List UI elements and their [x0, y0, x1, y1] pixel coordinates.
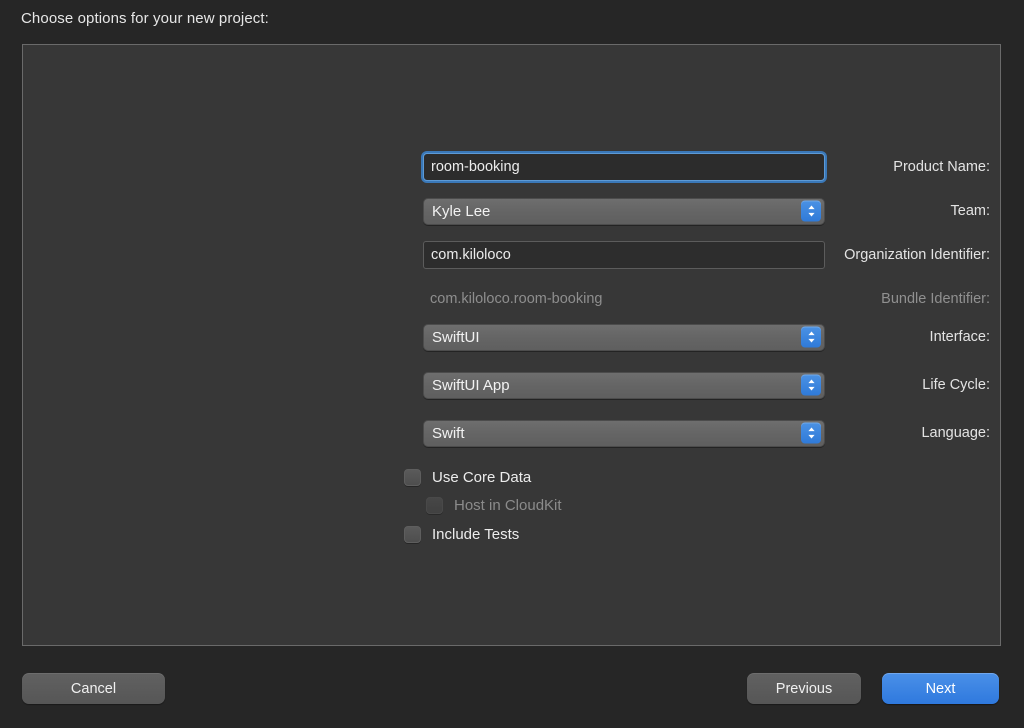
checkbox-label: Use Core Data — [432, 468, 532, 486]
field-control: com.kiloloco — [423, 241, 825, 269]
checkbox-icon[interactable] — [404, 525, 421, 543]
checkbox-icon[interactable] — [404, 468, 421, 486]
cancel-button[interactable]: Cancel — [22, 673, 165, 704]
checkbox-label: Host in CloudKit — [454, 496, 562, 514]
form-row: Organization Identifier: com.kiloloco — [23, 241, 1000, 269]
field-control: SwiftUI — [423, 323, 825, 351]
popup-button[interactable]: SwiftUI App — [423, 371, 825, 399]
form-row: Team: Kyle Lee — [23, 197, 1000, 225]
stepper-updown-icon — [807, 205, 815, 217]
bundle-identifier-value: com.kiloloco.room-booking — [430, 291, 603, 307]
checkbox-row[interactable]: Use Core Data — [404, 466, 531, 488]
popup-button[interactable]: Swift — [423, 419, 825, 447]
field-control: room-booking — [423, 153, 825, 181]
form-row: Product Name: room-booking — [23, 153, 1000, 181]
popup-button[interactable]: SwiftUI — [423, 323, 825, 351]
checkbox-row: Host in CloudKit — [426, 494, 562, 516]
stepper-updown-icon[interactable] — [801, 200, 821, 222]
checkbox-icon — [426, 496, 443, 514]
field-label: Bundle Identifier: — [881, 291, 990, 307]
previous-button[interactable]: Previous — [747, 673, 861, 704]
popup-selected-value: SwiftUI App — [432, 376, 510, 394]
page-title: Choose options for your new project: — [21, 10, 269, 27]
popup-button[interactable]: Kyle Lee — [423, 197, 825, 225]
next-button[interactable]: Next — [882, 673, 999, 704]
stepper-updown-icon — [807, 427, 815, 439]
options-panel: Product Name: room-booking Team: Kyle Lee Or… — [22, 44, 1001, 646]
popup-selected-value: Swift — [432, 424, 465, 442]
stepper-updown-icon[interactable] — [801, 374, 821, 396]
field-control: com.kiloloco.room-booking — [423, 285, 602, 313]
text-input[interactable]: com.kiloloco — [423, 241, 825, 269]
stepper-updown-icon — [807, 331, 815, 343]
field-control: Swift — [423, 419, 825, 447]
checkbox-row[interactable]: Include Tests — [404, 523, 519, 545]
popup-selected-value: SwiftUI — [432, 328, 480, 346]
field-control: SwiftUI App — [423, 371, 825, 399]
product-name-input[interactable]: room-booking — [423, 153, 825, 181]
new-project-options-dialog: Choose options for your new project: Pro… — [0, 0, 1024, 728]
form-row: Life Cycle: SwiftUI App — [23, 371, 1000, 399]
field-control: Kyle Lee — [423, 197, 825, 225]
form-row: Language: Swift — [23, 419, 1000, 447]
stepper-updown-icon[interactable] — [801, 422, 821, 444]
form-row: Bundle Identifier: com.kiloloco.room-book… — [23, 285, 1000, 313]
stepper-updown-icon[interactable] — [801, 326, 821, 348]
checkbox-label: Include Tests — [432, 525, 520, 543]
form-row: Interface: SwiftUI — [23, 323, 1000, 351]
stepper-updown-icon — [807, 379, 815, 391]
popup-selected-value: Kyle Lee — [432, 202, 491, 220]
